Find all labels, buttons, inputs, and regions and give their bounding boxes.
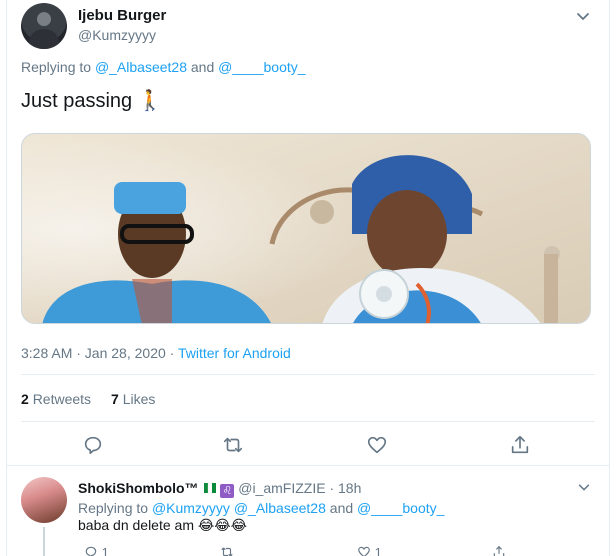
main-tweet: Ijebu Burger @Kumzyyyy Replying to @_Alb… — [7, 0, 609, 466]
mention-link[interactable]: @____booty_ — [357, 500, 444, 516]
reply-text: baba dn delete am 😂😂😂 — [78, 517, 247, 533]
retweet-icon — [221, 547, 233, 556]
tweet-actions — [7, 430, 609, 460]
reply-icon[interactable] — [82, 434, 104, 456]
chevron-down-icon[interactable] — [577, 480, 591, 494]
leo-zodiac-icon: ♌ — [220, 484, 235, 498]
retweet-icon[interactable] — [222, 434, 244, 456]
tweet-timestamp: 3:28 AM · Jan 28, 2020 · Twitter for And… — [21, 345, 291, 361]
tweet-stats: 2 Retweets 7 Likes — [21, 391, 155, 407]
photo-image — [22, 134, 590, 323]
retweets-stat[interactable]: 2 Retweets — [21, 391, 91, 407]
mention-link[interactable]: @____booty_ — [218, 59, 305, 75]
user-handle[interactable]: @i_amFIZZIE · 18h — [238, 480, 361, 496]
mention-link[interactable]: @_Albaseet28 — [95, 59, 187, 75]
replying-to: Replying to @_Albaseet28 and @____booty_ — [21, 59, 306, 75]
user-handle[interactable]: @Kumzyyyy — [78, 27, 156, 43]
mention-link[interactable]: @Kumzyyyy @_Albaseet28 — [152, 500, 326, 516]
display-name[interactable]: Ijebu Burger — [78, 7, 166, 24]
nigeria-flag-icon — [204, 482, 217, 494]
divider — [21, 374, 595, 375]
tweet-detail-panel: Ijebu Burger @Kumzyyyy Replying to @_Alb… — [6, 0, 610, 556]
share-button[interactable] — [492, 545, 506, 556]
like-count: 1 — [374, 545, 382, 556]
reply-actions: 1 1 — [78, 545, 598, 556]
divider — [21, 421, 595, 422]
tweet-text: Just passing 🚶 — [21, 90, 163, 112]
share-icon[interactable] — [509, 434, 531, 456]
chevron-down-icon[interactable] — [575, 8, 591, 24]
thread-line — [43, 527, 45, 556]
reply-icon — [85, 546, 97, 556]
display-name[interactable]: ShokiShombolo™ — [78, 480, 199, 496]
tweet-source-link[interactable]: Twitter for Android — [178, 345, 291, 361]
likes-stat[interactable]: 7 Likes — [111, 391, 155, 407]
reply-tweet[interactable]: ShokiShombolo™ ♌ @i_amFIZZIE · 18h Reply… — [7, 467, 609, 556]
reply-header: ShokiShombolo™ ♌ @i_amFIZZIE · 18h — [78, 480, 361, 498]
avatar[interactable] — [21, 477, 67, 523]
heart-icon — [358, 546, 370, 556]
reply-count: 1 — [101, 545, 109, 556]
share-icon — [493, 545, 505, 556]
tweet-time[interactable]: 3:28 AM · Jan 28, 2020 · — [21, 345, 178, 361]
like-button[interactable]: 1 — [357, 545, 382, 556]
reply-button[interactable]: 1 — [84, 545, 109, 556]
replying-to: Replying to @Kumzyyyy @_Albaseet28 and @… — [78, 500, 445, 516]
retweet-button[interactable] — [220, 545, 234, 556]
heart-icon[interactable] — [366, 434, 388, 456]
avatar[interactable] — [21, 3, 67, 49]
tweet-photo[interactable] — [21, 133, 591, 324]
